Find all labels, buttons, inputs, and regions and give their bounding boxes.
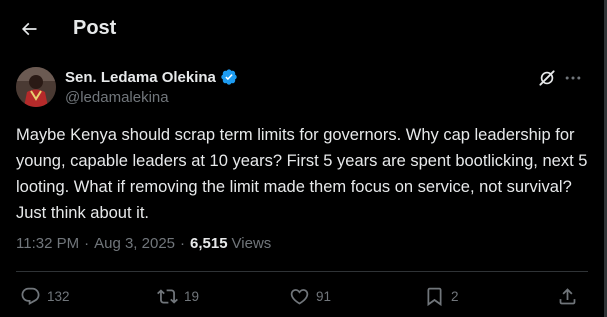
repost-button[interactable]: 19 xyxy=(157,283,199,309)
heart-icon xyxy=(290,288,309,305)
profile-photo-icon xyxy=(16,67,56,107)
reply-count: 132 xyxy=(47,288,70,304)
post-date[interactable]: Aug 3, 2025 xyxy=(94,235,175,252)
back-button[interactable] xyxy=(12,12,46,46)
reply-icon xyxy=(21,287,40,305)
views-count[interactable]: 6,515 xyxy=(190,235,228,252)
more-options-button[interactable] xyxy=(562,67,584,89)
page-title: Post xyxy=(73,17,117,39)
share-button[interactable] xyxy=(557,283,578,309)
like-count: 91 xyxy=(316,288,332,304)
page-header: Post xyxy=(0,0,604,58)
post-text: Maybe Kenya should scrap term limits for… xyxy=(16,126,588,222)
meta-separator: · xyxy=(180,235,185,252)
reply-button[interactable]: 132 xyxy=(20,283,70,309)
post-meta: 11:32 PM · Aug 3, 2025 · 6,515 Views xyxy=(16,235,271,252)
bookmark-button[interactable]: 2 xyxy=(424,283,459,309)
verified-badge-icon xyxy=(221,69,237,85)
repost-count: 19 xyxy=(184,288,200,304)
repost-icon xyxy=(157,288,178,304)
meta-separator: · xyxy=(84,235,90,252)
post-time[interactable]: 11:32 PM xyxy=(16,235,79,252)
arrow-left-icon xyxy=(21,22,37,36)
grok-icon xyxy=(539,70,555,86)
author-name[interactable]: Sen. Ledama Olekina xyxy=(65,69,216,86)
grok-button[interactable] xyxy=(536,67,558,89)
like-button[interactable]: 91 xyxy=(289,283,331,309)
divider xyxy=(16,271,588,272)
views-label: Views xyxy=(231,235,272,252)
author-name-row: Sen. Ledama Olekina xyxy=(65,68,238,86)
bookmark-icon xyxy=(427,287,442,306)
share-icon xyxy=(559,287,576,304)
avatar[interactable] xyxy=(16,67,56,107)
more-horizontal-icon xyxy=(565,76,581,80)
bookmark-count: 2 xyxy=(451,288,459,304)
author-handle[interactable]: @ledamalekina xyxy=(65,89,169,106)
